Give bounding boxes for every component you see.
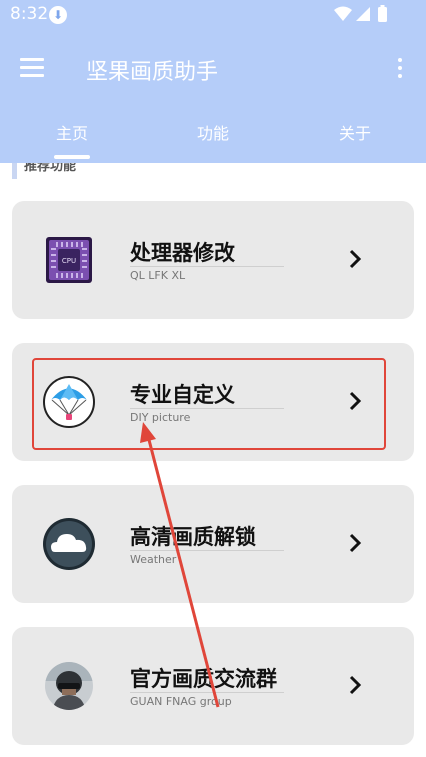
status-time: 8:32 bbox=[10, 4, 49, 24]
status-bar: 8:32 ⬇ bbox=[0, 0, 426, 28]
divider bbox=[130, 266, 284, 267]
card-subtitle: Weather bbox=[130, 553, 177, 566]
cpu-icon: CPU bbox=[42, 233, 96, 287]
battery-icon bbox=[378, 5, 387, 22]
divider bbox=[130, 550, 284, 551]
tab-indicator bbox=[54, 155, 90, 159]
tab-bar: 主页 功能 关于 bbox=[0, 105, 426, 163]
section-title: 推荐功能 bbox=[24, 163, 77, 174]
status-icons bbox=[334, 5, 392, 23]
avatar-icon bbox=[42, 659, 96, 713]
tab-about[interactable]: 关于 bbox=[305, 120, 405, 144]
card-hd-unlock[interactable]: 高清画质解锁 Weather bbox=[12, 485, 414, 603]
svg-text:CPU: CPU bbox=[62, 257, 76, 265]
chevron-right-icon bbox=[348, 531, 364, 555]
card-processor-modify[interactable]: CPU 处理器修改 QL LFK XL bbox=[12, 201, 414, 319]
section-accent-bar bbox=[12, 163, 17, 179]
app-title: 坚果画质助手 bbox=[86, 60, 219, 85]
section-header: 推荐功能 bbox=[12, 163, 212, 179]
cloud-icon bbox=[42, 517, 96, 571]
card-subtitle: QL LFK XL bbox=[130, 269, 186, 282]
card-title: 官方画质交流群 bbox=[130, 667, 277, 691]
chevron-right-icon bbox=[348, 673, 364, 697]
divider bbox=[130, 692, 284, 693]
app-bar: 8:32 ⬇ 坚果画质助手 主页 功能 关于 bbox=[0, 0, 426, 163]
card-title: 高清画质解锁 bbox=[130, 525, 256, 549]
download-icon: ⬇ bbox=[49, 6, 67, 24]
toolbar: 坚果画质助手 bbox=[0, 40, 426, 96]
card-official-group[interactable]: 官方画质交流群 GUAN FNAG group bbox=[12, 627, 414, 745]
card-subtitle: GUAN FNAG group bbox=[130, 695, 232, 708]
chevron-right-icon bbox=[348, 247, 364, 271]
card-title: 处理器修改 bbox=[130, 241, 235, 265]
signal-icon bbox=[356, 7, 370, 21]
wifi-icon bbox=[334, 6, 352, 21]
more-options-icon[interactable] bbox=[394, 56, 406, 80]
tab-home[interactable]: 主页 bbox=[22, 120, 122, 144]
menu-icon[interactable] bbox=[20, 58, 46, 78]
highlight-box bbox=[32, 358, 386, 450]
tab-features[interactable]: 功能 bbox=[163, 120, 263, 144]
